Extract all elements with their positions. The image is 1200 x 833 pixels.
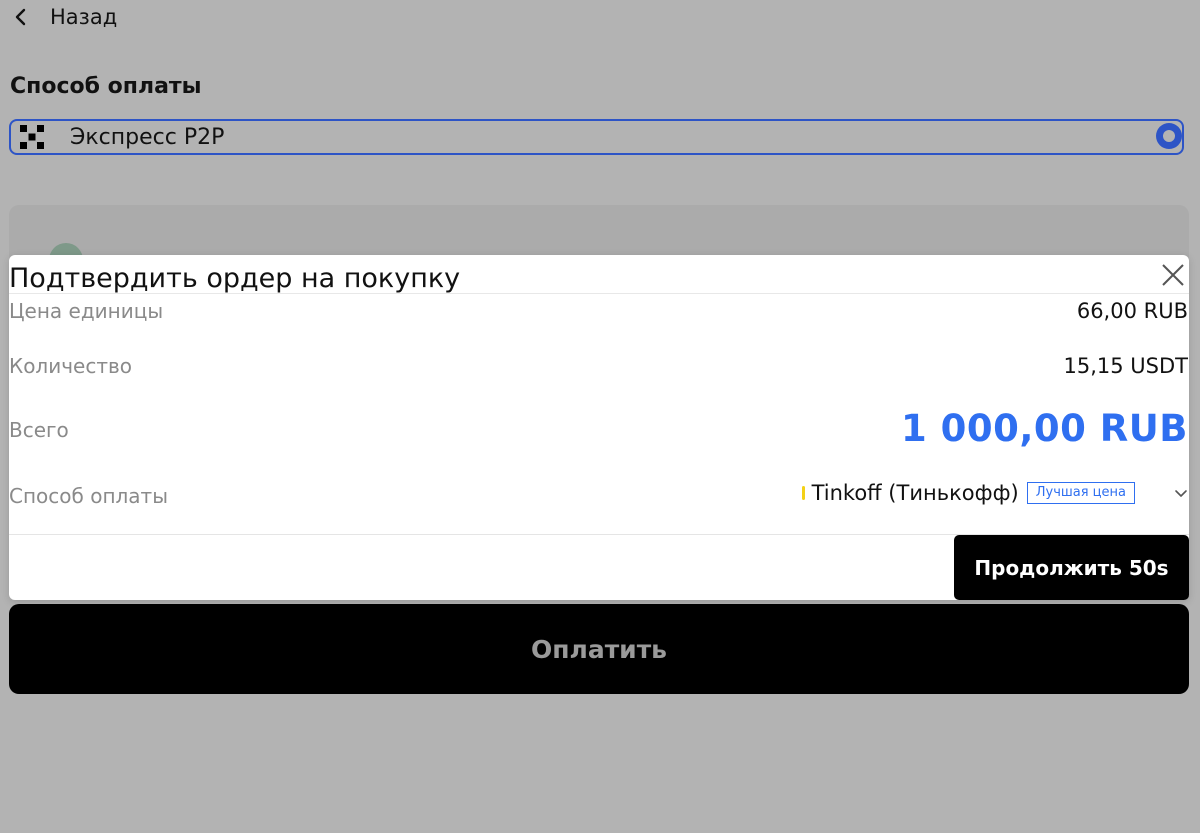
- okx-logo-icon: [20, 125, 44, 149]
- section-title: Способ оплаты: [10, 74, 202, 99]
- bank-marker: [801, 486, 805, 500]
- dialog-title: Подтвердить ордер на покупку: [9, 263, 461, 294]
- unit-price-label: Цена единицы: [9, 299, 164, 323]
- payment-option-label: Экспресс P2P: [70, 124, 225, 150]
- payment-option-express-p2p[interactable]: Экспресс P2P: [9, 119, 1184, 155]
- close-icon[interactable]: [1159, 261, 1187, 289]
- payment-method-label: Способ оплаты: [9, 484, 168, 508]
- radio-selected[interactable]: [1156, 123, 1182, 149]
- payment-method-select[interactable]: Tinkoff (Тинькофф) Лучшая цена: [801, 481, 1189, 505]
- confirm-order-dialog: Подтвердить ордер на покупку Цена единиц…: [9, 255, 1189, 600]
- dialog-header-divider: [9, 293, 1189, 294]
- back-button[interactable]: Назад: [10, 0, 117, 34]
- chevron-down-icon: [1175, 490, 1187, 497]
- quantity-label: Количество: [9, 354, 133, 378]
- radio-inner-dot: [1163, 130, 1175, 142]
- bank-name: Tinkoff (Тинькофф): [811, 481, 1019, 505]
- quantity-value: 15,15 USDT: [1063, 354, 1189, 378]
- continue-button[interactable]: Продолжить 50s: [954, 535, 1189, 600]
- unit-price-value: 66,00 RUB: [1076, 299, 1188, 323]
- back-label: Назад: [50, 5, 118, 29]
- best-price-badge: Лучшая цена: [1026, 482, 1135, 504]
- total-value: 1 000,00 RUB: [900, 407, 1188, 450]
- chevron-left-icon: [15, 8, 26, 26]
- total-label: Всего: [9, 418, 69, 442]
- pay-button[interactable]: Оплатить: [9, 604, 1189, 694]
